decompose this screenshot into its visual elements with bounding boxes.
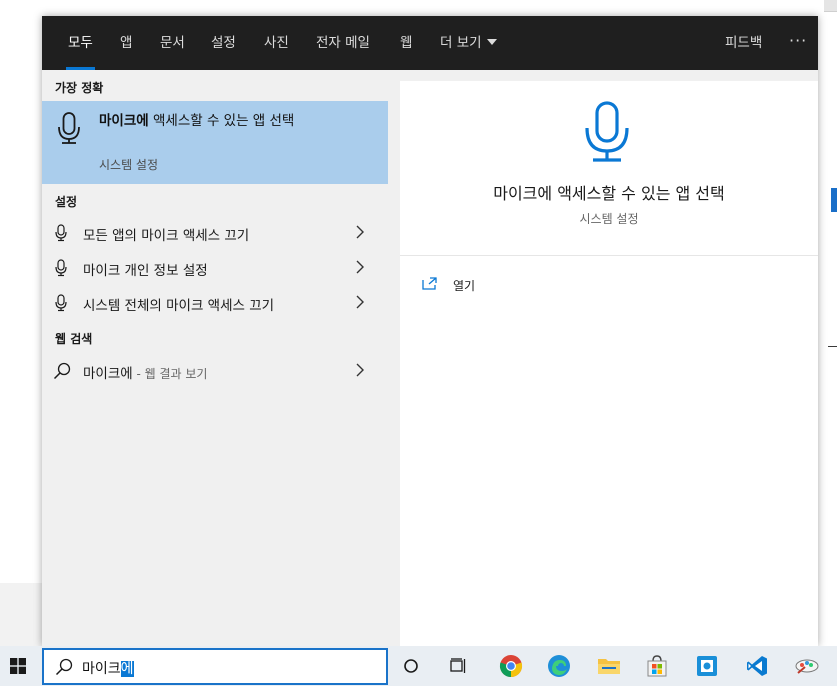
settings-item[interactable]: 시스템 전체의 마이크 액세스 끄기 bbox=[42, 285, 388, 320]
best-match-item[interactable]: 마이크에 액세스할 수 있는 앱 선택 시스템 설정 bbox=[42, 101, 388, 184]
cortana-button[interactable] bbox=[389, 646, 433, 686]
tab-settings[interactable]: 설정 bbox=[211, 16, 236, 70]
background-chip bbox=[824, 0, 837, 12]
paint-taskbar-button[interactable] bbox=[785, 646, 829, 686]
chevron-right-icon bbox=[356, 363, 364, 377]
results-list: 가장 정확 마이크에 액세스할 수 있는 앱 선택 시스템 설정 설정 모든 앱… bbox=[42, 70, 388, 646]
best-match-subtitle: 시스템 설정 bbox=[99, 158, 159, 172]
task-view-button[interactable] bbox=[437, 646, 481, 686]
tab-apps[interactable]: 앱 bbox=[120, 16, 132, 70]
settings-item[interactable]: 마이크 개인 정보 설정 bbox=[42, 250, 388, 285]
tab-more[interactable]: 더 보기 bbox=[440, 16, 497, 70]
vscode-icon bbox=[747, 656, 767, 676]
tab-all[interactable]: 모두 bbox=[66, 16, 95, 70]
search-query-text: 마이크에 bbox=[82, 658, 134, 678]
microphone-icon bbox=[55, 294, 67, 312]
settings-item-label: 마이크 개인 정보 설정 bbox=[83, 263, 208, 279]
settings-heading: 설정 bbox=[55, 195, 78, 209]
best-match-title: 마이크에 액세스할 수 있는 앱 선택 bbox=[99, 112, 329, 130]
search-query-plain: 마이크 bbox=[82, 661, 121, 677]
chevron-right-icon bbox=[356, 295, 364, 309]
tab-email[interactable]: 전자 메일 bbox=[316, 16, 370, 70]
search-query-selection: 에 bbox=[120, 661, 134, 677]
taskbar: 마이크에 bbox=[0, 646, 837, 686]
best-match-title-bold: 마이크에 bbox=[99, 113, 149, 129]
paint-icon bbox=[795, 659, 819, 674]
preview-title: 마이크에 액세스할 수 있는 앱 선택 bbox=[493, 184, 725, 203]
background-panel bbox=[0, 583, 42, 646]
best-match-heading: 가장 정확 bbox=[55, 81, 104, 95]
search-icon bbox=[53, 362, 71, 380]
microphone-icon bbox=[55, 224, 67, 242]
preview-subtitle: 시스템 설정 bbox=[579, 212, 639, 226]
desktop-background-left bbox=[0, 0, 42, 646]
web-search-heading: 웹 검색 bbox=[55, 332, 93, 346]
windows-start-icon bbox=[10, 658, 26, 674]
edge-icon bbox=[548, 655, 570, 677]
microphone-icon bbox=[58, 112, 80, 144]
tab-documents[interactable]: 문서 bbox=[160, 16, 185, 70]
preview-divider bbox=[400, 255, 818, 256]
open-external-icon bbox=[422, 277, 437, 290]
file-explorer-icon bbox=[598, 659, 620, 674]
tab-photos[interactable]: 사진 bbox=[264, 16, 289, 70]
tab-web[interactable]: 웹 bbox=[400, 16, 412, 70]
background-blue-block bbox=[831, 188, 837, 212]
more-options-button[interactable]: ··· bbox=[789, 16, 807, 70]
background-rule bbox=[828, 346, 837, 347]
cortana-icon bbox=[404, 659, 418, 673]
best-match-title-rest: 액세스할 수 있는 앱 선택 bbox=[148, 113, 295, 129]
open-button-label: 열기 bbox=[453, 279, 476, 293]
web-search-query: 마이크에 bbox=[83, 366, 133, 382]
settings-item-label: 모든 앱의 마이크 액세스 끄기 bbox=[83, 228, 250, 244]
chrome-taskbar-button[interactable] bbox=[489, 646, 533, 686]
app-icon bbox=[697, 656, 717, 676]
web-search-suffix: - 웹 결과 보기 bbox=[132, 367, 208, 381]
app-taskbar-button[interactable] bbox=[685, 646, 729, 686]
web-search-item[interactable]: 마이크에 - 웹 결과 보기 bbox=[42, 353, 388, 388]
vscode-taskbar-button[interactable] bbox=[735, 646, 779, 686]
taskbar-search-input[interactable]: 마이크에 bbox=[42, 648, 388, 685]
edge-taskbar-button[interactable] bbox=[537, 646, 581, 686]
chrome-icon bbox=[499, 655, 523, 678]
tab-more-label: 더 보기 bbox=[440, 35, 482, 51]
chevron-right-icon bbox=[356, 225, 364, 239]
caret-down-icon bbox=[486, 39, 497, 45]
store-icon bbox=[647, 655, 667, 677]
settings-item-label: 시스템 전체의 마이크 액세스 끄기 bbox=[83, 298, 275, 314]
search-panel: 모두 앱 문서 설정 사진 전자 메일 웹 더 보기 피드백 ··· 가장 정확… bbox=[42, 16, 818, 646]
preview-pane: 마이크에 액세스할 수 있는 앱 선택 시스템 설정 열기 bbox=[400, 81, 818, 646]
file-explorer-taskbar-button[interactable] bbox=[587, 646, 631, 686]
web-search-label: 마이크에 - 웹 결과 보기 bbox=[83, 362, 207, 382]
task-view-icon bbox=[450, 658, 466, 673]
settings-item[interactable]: 모든 앱의 마이크 액세스 끄기 bbox=[42, 215, 388, 250]
start-button[interactable] bbox=[0, 646, 38, 686]
desktop-background-right bbox=[818, 0, 837, 646]
chevron-right-icon bbox=[356, 260, 364, 274]
search-tabs-bar: 모두 앱 문서 설정 사진 전자 메일 웹 더 보기 피드백 ··· bbox=[42, 16, 818, 70]
feedback-button[interactable]: 피드백 bbox=[725, 16, 762, 70]
microphone-icon bbox=[55, 259, 67, 277]
microphone-icon bbox=[585, 101, 629, 162]
store-taskbar-button[interactable] bbox=[635, 646, 679, 686]
search-icon bbox=[55, 658, 73, 676]
